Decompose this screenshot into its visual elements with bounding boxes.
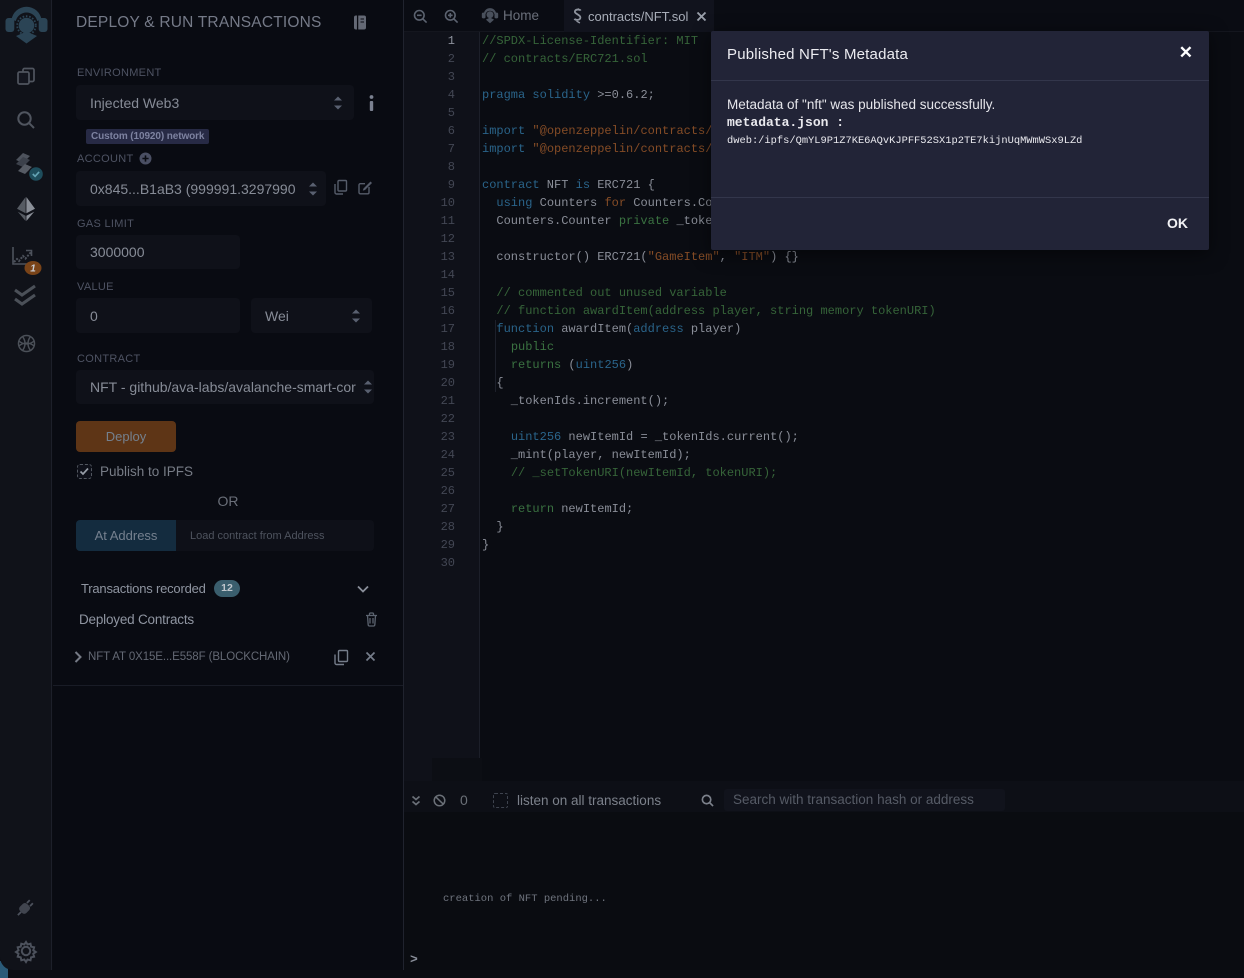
svg-text:1: 1	[30, 264, 36, 275]
